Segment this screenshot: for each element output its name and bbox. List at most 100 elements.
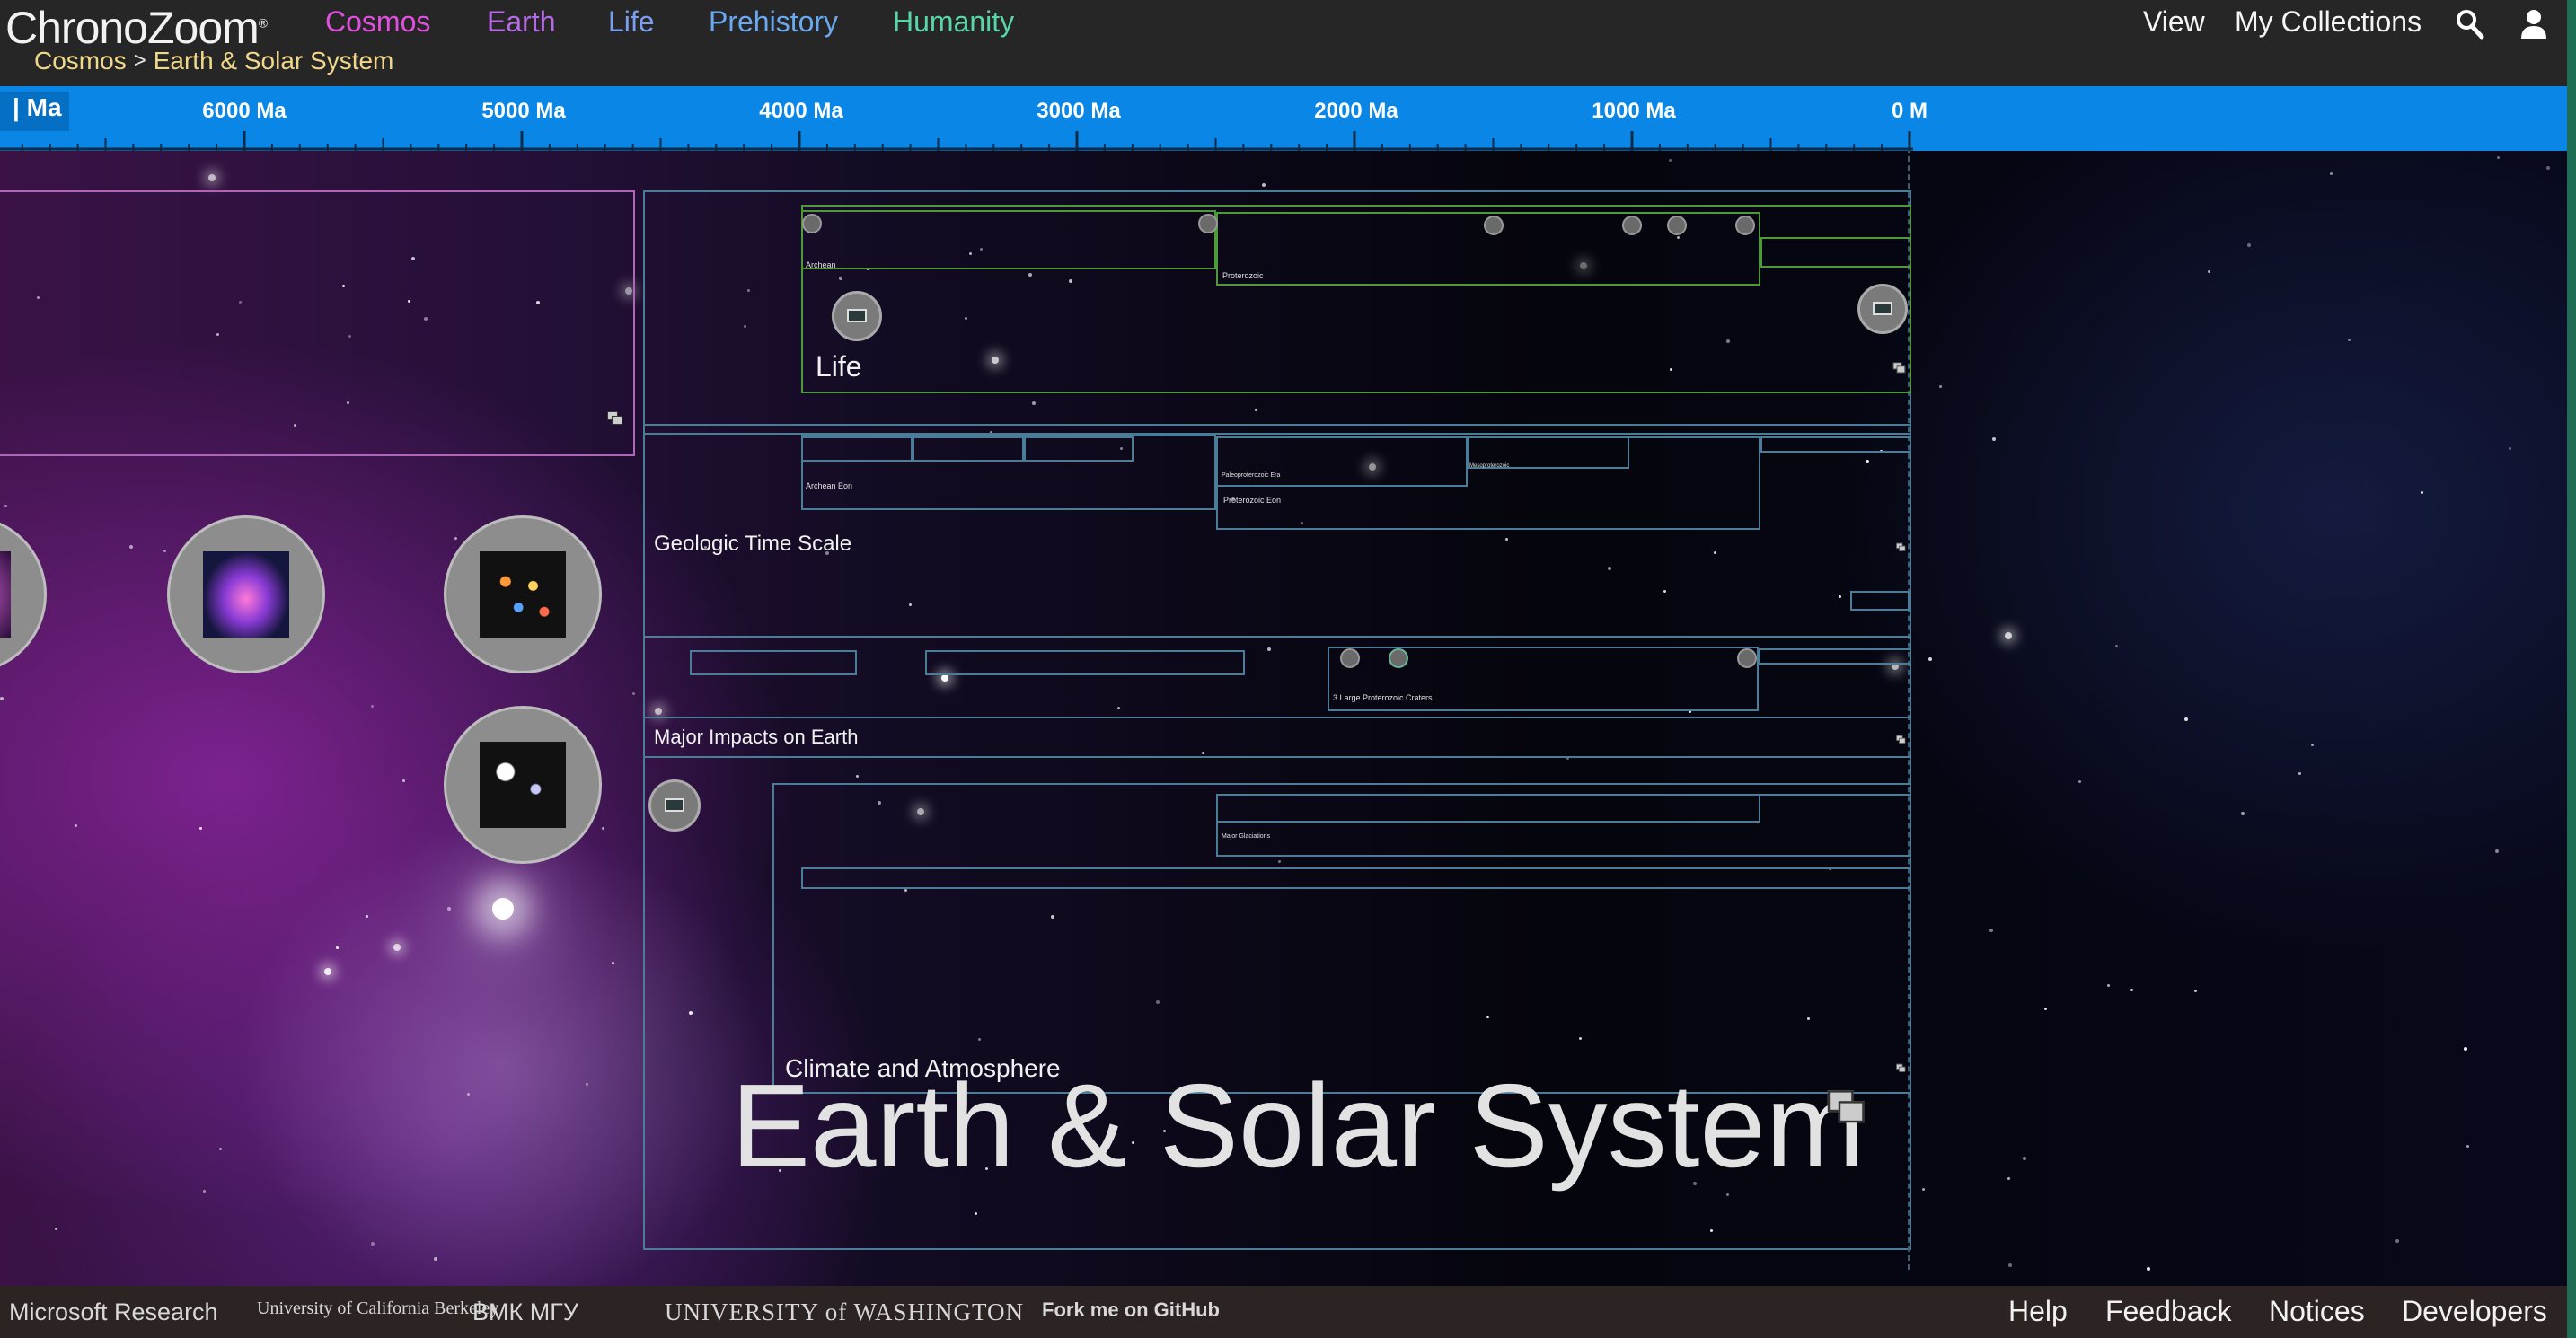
ruler-ticks	[0, 131, 1913, 151]
github-fork-link[interactable]: Fork me on GitHub	[1042, 1298, 1220, 1322]
timeline-collapse-icon[interactable]	[607, 411, 622, 425]
nav-earth[interactable]: Earth	[487, 5, 555, 39]
star	[2348, 339, 2351, 341]
star	[371, 1242, 375, 1246]
star	[2023, 1157, 2026, 1160]
vmk-msu-logo[interactable]: ВМК МГУ	[472, 1298, 578, 1326]
star	[467, 1093, 470, 1096]
window-edge	[2567, 0, 2576, 1338]
top-bar: ChronoZoom® Cosmos Earth Life Prehistory…	[0, 0, 2567, 86]
life-archean-label: Archean	[806, 260, 836, 269]
developers-link[interactable]: Developers	[2402, 1295, 2547, 1328]
time-ruler[interactable]: | Ma 6000 Ma 5000 Ma 4000 Ma 3000 Ma 200…	[0, 86, 2567, 151]
cosmos-timeline-frame[interactable]	[0, 190, 635, 456]
star	[2497, 156, 2500, 159]
impact-event-frame[interactable]	[1759, 648, 1911, 665]
star	[2466, 1145, 2469, 1148]
exhibit-dot-icon[interactable]	[1340, 648, 1360, 668]
footer: Microsoft Research University of Califor…	[0, 1286, 2567, 1338]
berkeley-logo[interactable]: University of California Berkeley	[257, 1298, 498, 1319]
climate-band-frame[interactable]	[801, 867, 1911, 889]
breadcrumb-cosmos[interactable]: Cosmos	[34, 47, 127, 75]
exhibit-dot-icon[interactable]	[1389, 648, 1408, 668]
exhibit-circle[interactable]	[0, 515, 47, 673]
star	[393, 944, 401, 951]
star	[203, 1190, 206, 1193]
star	[129, 545, 133, 549]
geologic-era-frame[interactable]	[1024, 436, 1134, 462]
impact-event-frame[interactable]	[925, 650, 1245, 675]
star	[454, 537, 457, 540]
life-timeline-title[interactable]: Life	[816, 350, 862, 383]
star	[447, 907, 451, 911]
exhibit-dot-icon[interactable]	[1484, 216, 1504, 235]
timeline-canvas[interactable]: Archean Proterozoic Life Archean Eon Pal…	[0, 151, 2567, 1286]
star	[2298, 772, 2301, 775]
star	[2147, 1267, 2150, 1271]
impact-event-frame[interactable]	[690, 650, 857, 675]
geologic-archean-eon-label: Archean Eon	[806, 481, 853, 490]
exhibit-dot-icon[interactable]	[1198, 214, 1218, 233]
life-archean-frame[interactable]	[801, 210, 1216, 269]
star	[4, 505, 7, 507]
earth-solar-system-title[interactable]: Earth & Solar System	[731, 1058, 1865, 1193]
timeline-collapse-icon[interactable]	[1896, 735, 1906, 744]
breadcrumb-earth-solar-system[interactable]: Earth & Solar System	[154, 47, 394, 75]
photo-exhibit-icon[interactable]	[1857, 284, 1908, 334]
star	[2311, 744, 2314, 746]
help-link[interactable]: Help	[2008, 1295, 2068, 1328]
star	[2464, 1047, 2467, 1051]
photo-exhibit-icon[interactable]	[648, 779, 701, 832]
timeline-collapse-icon[interactable]	[1892, 362, 1906, 374]
timeline-collapse-icon[interactable]	[1896, 542, 1906, 551]
exhibit-circle[interactable]	[444, 515, 602, 673]
star	[336, 946, 339, 949]
bright-star	[492, 898, 514, 920]
user-icon[interactable]	[2520, 9, 2547, 44]
geologic-phanerozoic-frame[interactable]	[1760, 436, 1911, 453]
exhibit-dot-icon[interactable]	[1735, 216, 1755, 235]
nav-prehistory[interactable]: Prehistory	[709, 5, 838, 39]
star	[199, 827, 202, 830]
star	[55, 1228, 57, 1230]
star	[586, 1083, 588, 1086]
notices-link[interactable]: Notices	[2269, 1295, 2365, 1328]
search-icon[interactable]	[2456, 9, 2484, 44]
geologic-proterozoic-eon-label: Proterozoic Eon	[1223, 496, 1282, 505]
nav-cosmos[interactable]: Cosmos	[325, 5, 430, 39]
climate-major-glaciations-frame[interactable]	[1216, 794, 1911, 857]
exhibit-dot-icon[interactable]	[1622, 216, 1642, 235]
nav-life[interactable]: Life	[608, 5, 655, 39]
star	[366, 915, 368, 918]
exhibit-dot-icon[interactable]	[1667, 216, 1687, 235]
university-of-washington-logo[interactable]: UNIVERSITY of WASHINGTON	[665, 1298, 1024, 1326]
small-timeline-frame[interactable]	[1850, 591, 1910, 611]
impacts-timeline-title[interactable]: Major Impacts on Earth	[654, 726, 858, 749]
star	[1989, 929, 1993, 932]
my-collections-menu[interactable]: My Collections	[2235, 5, 2422, 39]
star	[2130, 989, 2133, 991]
star	[1262, 183, 1266, 187]
feedback-link[interactable]: Feedback	[2105, 1295, 2232, 1328]
microsoft-research-logo[interactable]: Microsoft Research	[9, 1298, 218, 1326]
star	[2208, 270, 2210, 273]
star	[2509, 447, 2511, 450]
nav-humanity[interactable]: Humanity	[893, 5, 1014, 39]
timeline-collapse-icon[interactable]	[1896, 1063, 1906, 1072]
star	[434, 1257, 437, 1261]
exhibit-circle[interactable]	[444, 706, 602, 864]
life-phanerozoic-frame[interactable]	[1760, 237, 1911, 268]
exhibit-circle[interactable]	[167, 515, 325, 673]
geologic-era-frame[interactable]	[801, 436, 913, 462]
star	[324, 968, 331, 975]
star	[371, 705, 374, 708]
view-menu[interactable]: View	[2143, 5, 2205, 39]
exhibit-dot-icon[interactable]	[1737, 648, 1757, 668]
exhibit-dot-icon[interactable]	[802, 214, 822, 233]
geologic-timeline-title[interactable]: Geologic Time Scale	[654, 532, 851, 557]
photo-exhibit-icon[interactable]	[832, 291, 882, 341]
star	[2078, 780, 2081, 783]
star	[1669, 159, 1672, 162]
timeline-collapse-icon[interactable]	[1827, 1090, 1865, 1123]
geologic-era-frame[interactable]	[913, 436, 1024, 462]
